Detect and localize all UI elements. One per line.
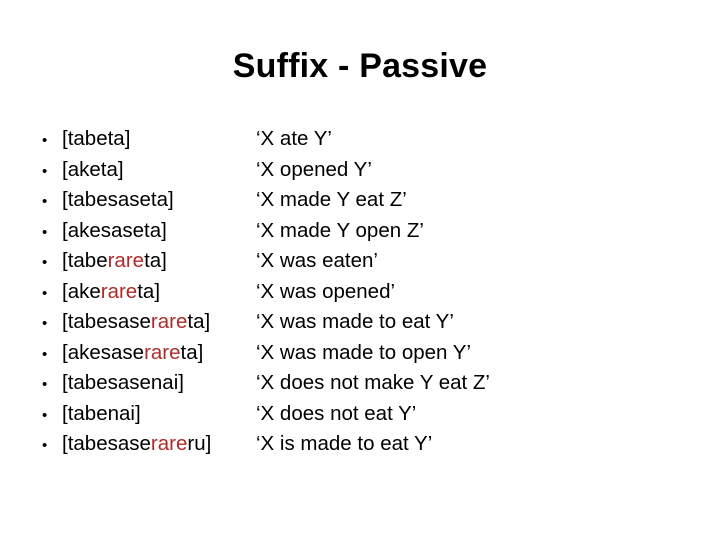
gloss-text: ‘X was eaten’ [256,249,378,272]
form-suffix: ta] [144,249,167,272]
gloss-text: ‘X opened Y’ [256,157,372,181]
morpheme-form: [akesaseta] [62,219,256,243]
gloss-text: ‘X does not eat Y’ [256,401,417,425]
list-item: • [akesaserareta] ‘X was made to open Y’ [34,341,694,372]
bullet-icon: • [42,284,48,302]
bullet-icon: • [42,193,48,210]
list-item: • [akesaseta] ‘X made Y open Z’ [34,219,694,250]
bullet-icon: • [42,376,48,393]
form-highlight: rare [150,432,188,455]
gloss-text: ‘X is made to eat Y’ [256,432,433,455]
form-prefix: [akesaseta] [62,218,167,242]
list-item: • [tabesaseta] ‘X made Y eat Z’ [34,188,694,219]
list-item: • [tabesaserareru] ‘X is made to eat Y’ [34,432,694,463]
form-prefix: [tabenai] [62,401,141,425]
bullet-icon: • [42,132,48,149]
form-highlight: rare [107,249,145,272]
list-item: • [taberareta] ‘X was eaten’ [34,249,694,280]
form-suffix: ta] [180,340,204,364]
gloss-text: ‘X was opened’ [256,279,396,303]
morpheme-form: [tabeta] [62,127,256,151]
form-prefix: [tabesaseta] [62,188,174,211]
morpheme-form: [tabesaseta] [62,188,256,212]
form-highlight: rare [150,310,188,333]
morpheme-form: [aketa] [62,158,256,182]
bullet-icon: • [42,315,48,332]
bullet-icon: • [42,437,48,454]
gloss-text: ‘X was made to eat Y’ [256,310,454,333]
form-prefix: [tabeta] [62,127,131,150]
list-item: • [akerareta] ‘X was opened’ [34,280,694,311]
gloss-text: ‘X ate Y’ [256,127,332,150]
form-prefix: [akesase [62,340,145,364]
bullet-icon: • [42,345,48,363]
list-item: • [aketa] ‘X opened Y’ [34,158,694,189]
morpheme-form: [akesaserareta] [62,341,256,365]
morpheme-form: [tabesaserareru] [62,432,256,456]
slide-canvas: Suffix - Passive • [tabeta] ‘X ate Y’ • [ake… [0,0,720,540]
list-item: • [tabesasenai] ‘X does not make Y eat Z’ [34,371,694,402]
list-item: • [tabeta] ‘X ate Y’ [34,127,694,158]
form-highlight: rare [100,279,138,303]
gloss-text: ‘X made Y eat Z’ [256,188,407,211]
bullet-list: • [tabeta] ‘X ate Y’ • [aketa] ‘X opened Y’ •[… [34,127,694,463]
page-title: Suffix - Passive [232,47,488,85]
form-suffix: ta] [187,310,211,333]
list-item: • [tabenai] ‘X does not eat Y’ [34,402,694,433]
form-highlight: rare [144,340,181,364]
morpheme-form: [tabesaserareta] [62,310,256,334]
list-item: • [tabesaserareta] ‘X was made to eat Y’ [34,310,694,341]
form-prefix: [tabesase [62,432,151,455]
bullet-icon: • [42,254,48,271]
morpheme-form: [tabenai] [62,402,256,426]
bullet-icon: • [42,406,48,424]
form-prefix: [tabe [62,249,108,272]
form-prefix: [tabesasenai] [62,371,184,394]
morpheme-form: [tabesasenai] [62,371,256,395]
form-prefix: [tabesase [62,310,151,333]
bullet-icon: • [42,223,48,241]
form-suffix: ru] [187,432,212,455]
gloss-text: ‘X does not make Y eat Z’ [256,371,490,394]
gloss-text: ‘X was made to open Y’ [256,340,471,364]
form-suffix: ta] [137,279,161,303]
morpheme-form: [taberareta] [62,249,256,273]
morpheme-form: [akerareta] [62,280,256,304]
form-prefix: [ake [62,279,101,303]
gloss-text: ‘X made Y open Z’ [256,218,424,242]
bullet-icon: • [42,162,48,180]
form-prefix: [aketa] [62,157,124,181]
